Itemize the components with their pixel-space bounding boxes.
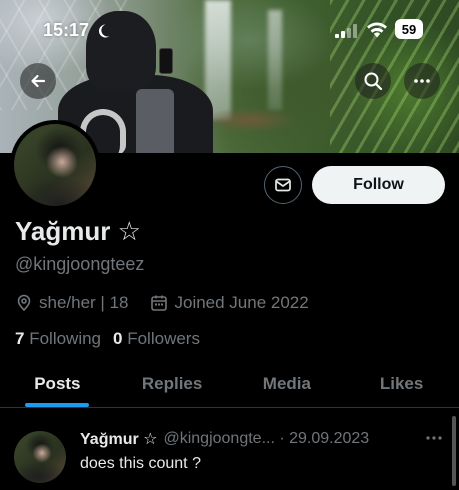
moon-icon <box>98 24 110 38</box>
banner-person-phone <box>159 48 173 74</box>
search-button[interactable] <box>355 63 391 99</box>
followers-count: 0 <box>113 329 123 348</box>
tab-likes[interactable]: Likes <box>344 360 459 407</box>
profile-tabs: Posts Replies Media Likes <box>0 360 459 408</box>
wifi-icon <box>367 22 387 38</box>
more-options-button[interactable] <box>404 63 440 99</box>
tab-media[interactable]: Media <box>230 360 345 407</box>
location-pin-icon <box>17 294 31 312</box>
profile-pronouns: she/her | 18 <box>39 293 129 312</box>
post-more-button[interactable] <box>424 430 444 446</box>
post-text: does this count ? <box>80 455 201 472</box>
banner-waterfall-secondary <box>268 10 282 110</box>
search-icon <box>364 72 383 91</box>
more-horizontal-icon <box>426 436 442 440</box>
following-link[interactable]: 7 Following <box>15 329 101 349</box>
post-handle-date: @kingjoongte... · 29.09.2023 <box>163 430 370 447</box>
scroll-indicator[interactable] <box>452 416 456 486</box>
profile-meta: she/her | 18 Joined June 2022 <box>15 293 309 313</box>
profile-handle: @kingjoongteez <box>15 254 145 274</box>
envelope-icon <box>275 178 291 192</box>
followers-label: Followers <box>127 329 200 348</box>
message-button[interactable] <box>264 166 302 204</box>
signal-icon <box>335 24 357 38</box>
calendar-icon <box>151 295 168 311</box>
arrow-left-icon <box>31 74 46 88</box>
followers-link[interactable]: 0 Followers <box>113 329 200 349</box>
post-author-name[interactable]: Yağmur ☆ <box>80 429 157 449</box>
display-name: Yağmur ☆ <box>15 216 141 246</box>
profile-joined-date: Joined June 2022 <box>174 293 309 312</box>
back-button[interactable] <box>20 63 56 99</box>
profile-avatar[interactable] <box>10 120 100 210</box>
banner-person-bag <box>136 89 174 153</box>
following-label: Following <box>29 329 102 348</box>
post-header: Yağmur ☆ @kingjoongte... · 29.09.2023 <box>80 429 369 449</box>
more-horizontal-icon <box>414 79 430 83</box>
follow-button[interactable]: Follow <box>312 166 445 204</box>
tab-posts[interactable]: Posts <box>0 360 115 407</box>
tab-replies[interactable]: Replies <box>115 360 230 407</box>
post-avatar[interactable] <box>14 431 66 483</box>
follow-stats: 7 Following 0 Followers <box>15 329 200 349</box>
battery-icon: 59 <box>395 19 423 39</box>
following-count: 7 <box>15 329 25 348</box>
status-time: 15:17 <box>43 20 90 40</box>
